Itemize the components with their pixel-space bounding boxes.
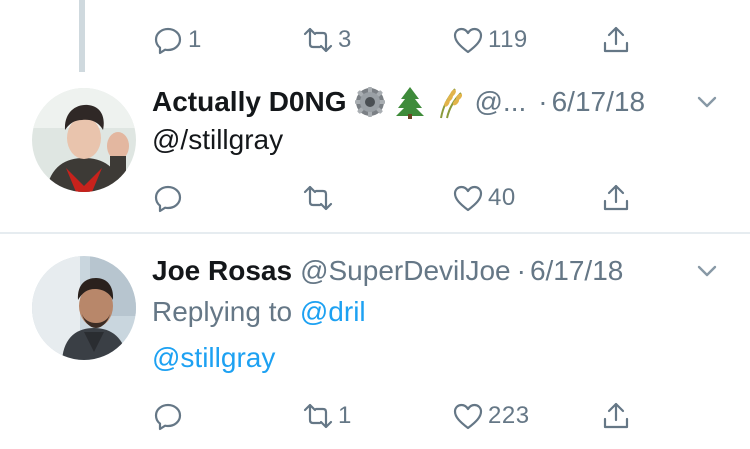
heart-icon (453, 403, 483, 430)
avatar-photo (32, 88, 136, 192)
avatar-photo (32, 256, 136, 360)
tweet-header: Joe Rosas @SuperDevilJoe · 6/17/18 (152, 251, 623, 291)
like-button[interactable]: 223 (452, 396, 530, 436)
like-count: 119 (488, 26, 528, 53)
retweet-icon (303, 185, 333, 211)
display-name[interactable]: Actually D0NG (152, 86, 347, 118)
tweet-text: @/stillgray (152, 124, 284, 155)
like-count: 40 (488, 184, 516, 211)
separator-dot: · (538, 86, 548, 117)
share-icon (603, 402, 629, 429)
avatar[interactable] (32, 88, 136, 192)
retweet-button[interactable] (302, 178, 338, 218)
heart-icon (453, 185, 483, 212)
share-button[interactable] (600, 20, 632, 60)
share-icon (603, 26, 629, 53)
replying-to-prefix: Replying to (152, 296, 293, 327)
action-bar-top: 1 3 119 (0, 20, 750, 60)
tweet-divider (0, 232, 750, 234)
retweet-count: 1 (338, 402, 352, 429)
replying-to-link[interactable]: @dril (300, 296, 366, 327)
tweet-menu-button[interactable] (694, 89, 720, 115)
display-name[interactable]: Joe Rosas (152, 255, 292, 287)
separator-dot: · (516, 255, 526, 286)
reply-button[interactable] (152, 396, 188, 436)
tweet-text: @stillgray (152, 338, 275, 378)
handle[interactable]: @... (475, 86, 527, 118)
share-icon (603, 184, 629, 211)
retweet-icon (303, 27, 333, 53)
avatar[interactable] (32, 256, 136, 360)
like-button[interactable]: 40 (452, 178, 516, 218)
share-button[interactable] (600, 396, 632, 436)
tweet-menu-button[interactable] (694, 258, 720, 284)
action-bar-tweet1: 40 (0, 178, 750, 218)
retweet-icon (303, 403, 333, 429)
handle[interactable]: @SuperDevilJoe (300, 255, 511, 287)
evergreen-tree-emoji-icon (393, 85, 427, 119)
timestamp[interactable]: 6/17/18 (530, 255, 623, 287)
reply-button[interactable] (152, 178, 188, 218)
reply-button[interactable]: 1 (152, 20, 202, 60)
share-button[interactable] (600, 178, 632, 218)
gear-emoji-icon (353, 85, 387, 119)
retweet-button[interactable]: 3 (302, 20, 352, 60)
like-count: 223 (488, 402, 530, 429)
chevron-down-icon (697, 265, 717, 277)
replying-to-line: Replying to @dril (152, 292, 366, 332)
tweet-header: Actually D0NG @... · 6/17/18 (152, 82, 645, 122)
reply-icon (154, 27, 182, 55)
action-bar-tweet2: 1 223 (0, 396, 750, 436)
reply-count: 1 (188, 26, 202, 53)
heart-icon (453, 27, 483, 54)
retweet-button[interactable]: 1 (302, 396, 352, 436)
retweet-count: 3 (338, 26, 352, 53)
timestamp[interactable]: 6/17/18 (552, 86, 645, 118)
reply-icon (154, 185, 182, 213)
reply-icon (154, 403, 182, 431)
chevron-down-icon (697, 96, 717, 108)
rice-sheaf-emoji-icon (433, 85, 467, 119)
like-button[interactable]: 119 (452, 20, 528, 60)
mention-link[interactable]: @stillgray (152, 342, 275, 373)
